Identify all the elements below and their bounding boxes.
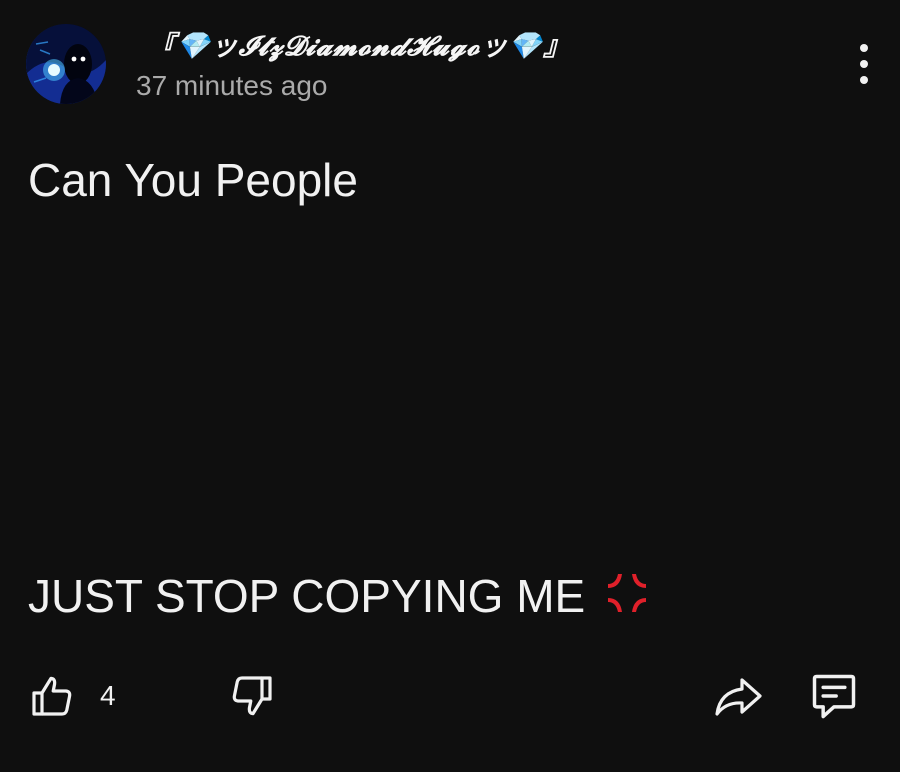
post-actions: 4 — [28, 668, 868, 724]
share-button[interactable] — [712, 668, 764, 724]
author-avatar[interactable] — [26, 24, 106, 104]
more-vertical-icon-dot — [860, 76, 868, 84]
comment-icon — [812, 674, 856, 719]
dislike-button[interactable] — [228, 668, 276, 724]
post-timestamp: 37 minutes ago — [136, 70, 328, 101]
author-name[interactable]: 『💎ッ𝓘𝓽𝔃𝓓𝓲𝓪𝓶𝓸𝓷𝓭𝓗𝓾𝓰𝓸ッ💎』 — [148, 24, 571, 63]
thumbs-up-icon — [32, 676, 72, 716]
post-text-line2: JUST STOP COPYING ME — [28, 570, 586, 622]
like-count: 4 — [100, 680, 116, 711]
post-header: 『💎ッ𝓘𝓽𝔃𝓓𝓲𝓪𝓶𝓸𝓷𝓭𝓗𝓾𝓰𝓸ッ💎』 37 minutes ago — [26, 24, 876, 104]
thumbs-down-icon — [232, 676, 272, 716]
comment-button[interactable] — [808, 668, 860, 724]
like-button[interactable]: 4 — [28, 668, 116, 724]
more-vertical-icon — [860, 44, 868, 52]
community-post: 『💎ッ𝓘𝓽𝔃𝓓𝓲𝓪𝓶𝓸𝓷𝓭𝓗𝓾𝓰𝓸ッ💎』 37 minutes ago Can … — [0, 0, 900, 772]
share-icon — [715, 678, 762, 716]
more-options-button[interactable] — [852, 44, 876, 84]
anger-symbol-icon — [604, 570, 650, 630]
post-text-line2-container: JUST STOP COPYING ME — [28, 566, 868, 630]
avatar-image — [26, 24, 106, 104]
more-vertical-icon-dot — [860, 60, 868, 68]
post-text-line1: Can You People — [28, 154, 358, 206]
